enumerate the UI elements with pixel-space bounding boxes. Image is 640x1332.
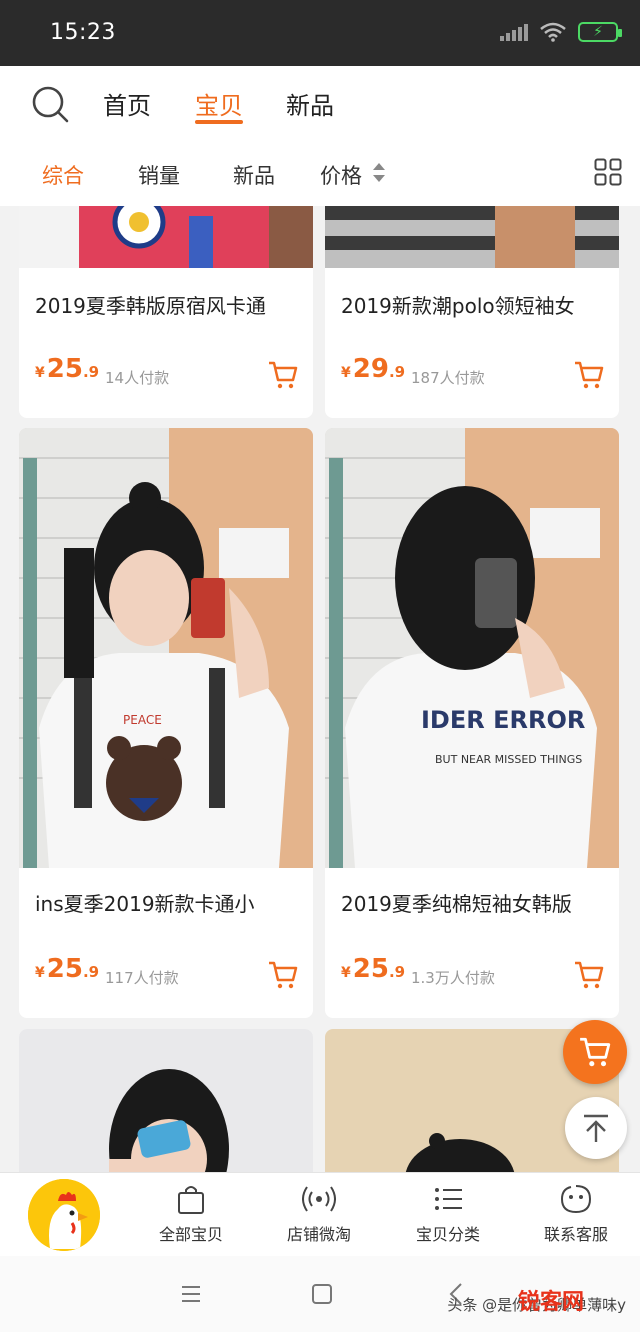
sort-bar: 综合 销量 新品 价格 [0, 140, 640, 206]
tab-new[interactable]: 新品 [286, 86, 334, 121]
list-icon [435, 1188, 462, 1210]
product-title[interactable]: 2019夏季韩版原宿风卡通 [35, 290, 266, 319]
shop-bottom-bar: 全部宝贝 店铺微淘 宝贝分类 联系客服 [0, 1172, 640, 1256]
arrow-up-icon [584, 1114, 608, 1142]
sold-count: 117人付款 [105, 969, 179, 987]
signal-icon [500, 23, 528, 41]
shop-feed-button[interactable]: 店铺微淘 [269, 1183, 369, 1245]
product-card[interactable]: 2019夏季韩版原宿风卡通 ¥ 25 .9 14人付款 [19, 206, 313, 418]
shop-feed-label: 店铺微淘 [286, 1225, 351, 1244]
product-price: ¥ 25 .9 [35, 954, 100, 984]
status-bar: 15:23 ⚡ [0, 0, 640, 66]
sold-count: 1.3万人付款 [411, 969, 495, 987]
customer-service-button[interactable]: 联系客服 [526, 1183, 626, 1245]
product-photo[interactable]: IDER ERROR BUT NEAR MISSED THINGS [325, 428, 619, 868]
status-icons: ⚡ [500, 22, 622, 42]
chicken-icon [28, 1179, 100, 1251]
broadcast-icon [302, 1186, 336, 1212]
tab-products[interactable]: 宝贝 [195, 86, 243, 121]
product-title[interactable]: 2019新款潮polo领短袖女 [341, 290, 575, 319]
product-photo[interactable] [19, 206, 313, 268]
shop-logo[interactable] [28, 1179, 100, 1251]
battery-icon: ⚡ [578, 22, 622, 42]
floating-cart-button[interactable] [563, 1020, 627, 1084]
sort-new[interactable]: 新品 [233, 160, 275, 190]
product-price: ¥ 29 .9 [341, 354, 406, 384]
top-nav: 首页 宝贝 新品 [0, 66, 640, 140]
add-to-cart-icon[interactable] [573, 960, 605, 990]
product-photo[interactable] [325, 206, 619, 268]
active-tab-indicator [195, 120, 243, 124]
svg-text:IDER ERROR: IDER ERROR [421, 706, 585, 734]
add-to-cart-icon[interactable] [267, 960, 299, 990]
sort-arrows-icon [373, 163, 385, 182]
sort-sales[interactable]: 销量 [138, 160, 180, 190]
product-price: ¥ 25 .9 [341, 954, 406, 984]
product-card[interactable] [19, 1029, 313, 1172]
tab-home[interactable]: 首页 [103, 86, 151, 121]
search-icon[interactable] [30, 84, 70, 124]
wifi-icon [540, 22, 566, 42]
back-to-top-button[interactable] [565, 1097, 627, 1159]
product-photo[interactable]: PEACE [19, 428, 313, 868]
menu-icon[interactable] [180, 1284, 202, 1304]
svg-text:PEACE: PEACE [123, 713, 162, 727]
product-grid: 2019夏季韩版原宿风卡通 ¥ 25 .9 14人付款 2019新款潮polo领… [0, 206, 640, 1172]
all-products-button[interactable]: 全部宝贝 [141, 1183, 241, 1245]
all-products-label: 全部宝贝 [158, 1225, 223, 1244]
product-title[interactable]: 2019夏季纯棉短袖女韩版 [341, 888, 572, 917]
product-card[interactable]: IDER ERROR BUT NEAR MISSED THINGS 2019夏季… [325, 428, 619, 1018]
add-to-cart-icon[interactable] [267, 360, 299, 390]
product-photo[interactable] [19, 1029, 313, 1172]
customer-service-label: 联系客服 [543, 1225, 608, 1244]
product-card[interactable]: 2019新款潮polo领短袖女 ¥ 29 .9 187人付款 [325, 206, 619, 418]
product-title[interactable]: ins夏季2019新款卡通小 [35, 888, 255, 917]
sold-count: 14人付款 [105, 369, 170, 387]
categories-button[interactable]: 宝贝分类 [398, 1183, 498, 1245]
sort-price[interactable]: 价格 [320, 160, 362, 190]
add-to-cart-icon[interactable] [573, 360, 605, 390]
categories-label: 宝贝分类 [415, 1225, 480, 1244]
product-card[interactable]: PEACE ins夏季2019新款卡通小 ¥ 25 .9 117人付款 [19, 428, 313, 1018]
system-navigation-bar: 头条 @是你曾为卿单薄味y 锐客网 [0, 1256, 640, 1332]
watermark-brand: 锐客网 [518, 1290, 585, 1315]
product-price: ¥ 25 .9 [35, 354, 100, 384]
sort-comprehensive[interactable]: 综合 [42, 160, 84, 190]
svg-text:BUT NEAR MISSED THINGS: BUT NEAR MISSED THINGS [435, 753, 582, 766]
home-square-icon[interactable] [311, 1283, 333, 1305]
cart-icon [580, 1037, 611, 1067]
status-time: 15:23 [50, 20, 116, 45]
shopping-bag-icon [178, 1186, 204, 1214]
chat-face-icon [560, 1185, 592, 1214]
sold-count: 187人付款 [411, 369, 485, 387]
grid-view-icon[interactable] [594, 158, 622, 186]
